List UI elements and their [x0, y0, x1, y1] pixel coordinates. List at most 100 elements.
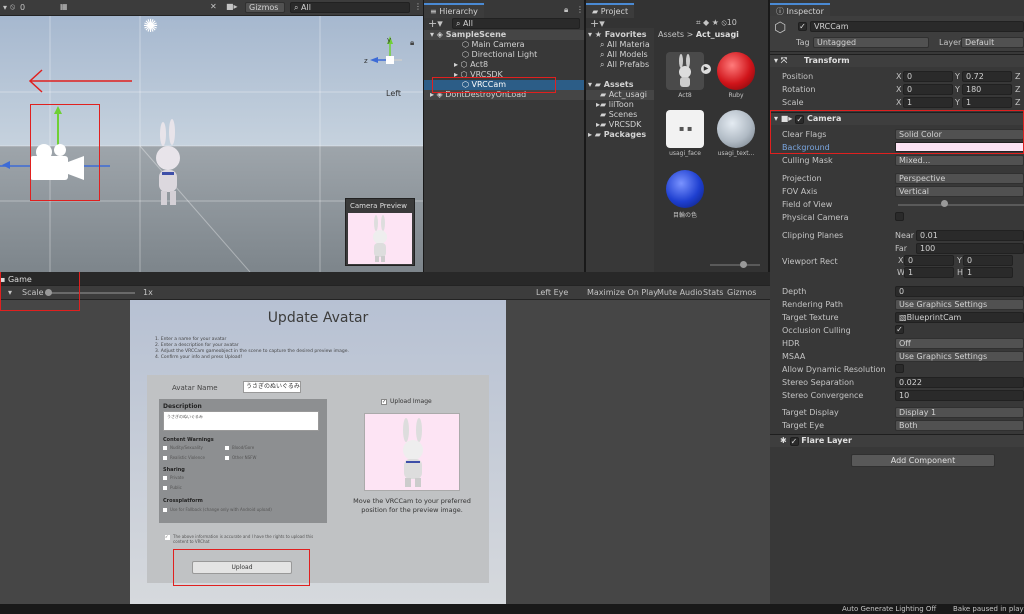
lighting-status[interactable]: Auto Generate Lighting Off — [842, 604, 936, 614]
rendering-path-dropdown[interactable]: Use Graphics Settings — [895, 299, 1024, 310]
occlusion-checkbox[interactable]: ✓ — [895, 325, 904, 334]
tree-directional-light[interactable]: ⬡ Directional Light — [424, 50, 584, 60]
vx-field[interactable]: 0 — [904, 255, 954, 266]
vw-field[interactable]: 1 — [904, 267, 954, 278]
layer-dropdown[interactable]: Default — [961, 37, 1024, 48]
culling-mask-dropdown[interactable]: Mixed... — [895, 155, 1024, 166]
assets-scenes[interactable]: ▰ Scenes — [586, 110, 654, 120]
fav-materials[interactable]: ⌕ All Materia — [586, 40, 654, 50]
scale-slider[interactable] — [45, 292, 135, 294]
asset-thumb-usagi-face[interactable]: ▪ ▪ — [666, 110, 704, 148]
flare-layer-header[interactable]: ✱ ✓ Flare Layer — [770, 434, 1024, 447]
hierarchy-tab[interactable]: ≡ Hierarchy — [424, 3, 484, 18]
msaa-dropdown[interactable]: Use Graphics Settings — [895, 351, 1024, 362]
grid-icon[interactable]: ▦ — [60, 2, 68, 11]
physical-camera-checkbox[interactable] — [895, 212, 904, 221]
scale-slider-thumb[interactable] — [45, 289, 52, 296]
fav-prefabs[interactable]: ⌕ All Prefabs — [586, 60, 654, 70]
scene-search-input[interactable]: ⌕ All — [290, 2, 410, 13]
target-display-dropdown[interactable]: Display 1 — [895, 407, 1024, 418]
favorites-node[interactable]: ▾ ★ Favorites — [586, 30, 654, 40]
projection-dropdown[interactable]: Perspective — [895, 173, 1024, 184]
public-radio[interactable] — [163, 486, 167, 490]
object-name-field[interactable]: VRCCam — [810, 21, 1024, 32]
active-checkbox[interactable]: ✓ — [798, 22, 807, 31]
hierarchy-more-icon[interactable]: ⋮ — [576, 5, 584, 14]
fov-slider-thumb[interactable] — [941, 200, 948, 207]
upload-button[interactable]: Upload — [192, 561, 292, 574]
game-gizmos-dropdown[interactable]: Gizmos — [727, 288, 756, 297]
stats-toggle[interactable]: Stats — [703, 288, 723, 297]
warning-cb-3[interactable] — [163, 456, 167, 460]
scl-x-field[interactable]: 1 — [903, 97, 953, 108]
maximize-toggle[interactable]: Maximize On Play — [587, 288, 658, 297]
tree-main-camera[interactable]: ⬡ Main Camera — [424, 40, 584, 50]
assets-act-usagi[interactable]: ▰ Act_usagi — [586, 90, 654, 100]
asset-thumb-ruby[interactable] — [717, 52, 755, 90]
hierarchy-search[interactable]: ⌕ All — [452, 18, 580, 29]
gizmos-dropdown[interactable]: Gizmos — [245, 2, 285, 13]
far-field[interactable]: 100 — [916, 243, 1024, 254]
tree-act8[interactable]: ▸ ⬡ Act8 — [424, 60, 584, 70]
assets-liltoon[interactable]: ▸▰ lilToon — [586, 100, 654, 110]
avatar-name-input[interactable]: うさぎのぬいぐるみ — [243, 381, 301, 393]
assets-vrcsdk[interactable]: ▸▰ VRCSDK — [586, 120, 654, 130]
game-tab[interactable]: ▪ Game — [0, 275, 32, 284]
target-eye-dropdown[interactable]: Both — [895, 420, 1024, 431]
fov-slider[interactable] — [898, 204, 1024, 206]
breadcrumb-leaf[interactable]: Act_usagi — [696, 30, 739, 39]
camera-enabled-checkbox[interactable]: ✓ — [795, 115, 805, 124]
dynamic-res-checkbox[interactable] — [895, 364, 904, 373]
description-input[interactable]: うさぎのぬいぐるみ — [163, 411, 319, 431]
fav-models[interactable]: ⌕ All Models — [586, 50, 654, 60]
warning-cb-2[interactable] — [225, 446, 229, 450]
pos-y-field[interactable]: 0.72 — [962, 71, 1012, 82]
vh-field[interactable]: 1 — [963, 267, 1013, 278]
flare-enabled-checkbox[interactable]: ✓ — [789, 437, 799, 446]
chevron-down-icon[interactable]: ▾ — [3, 3, 7, 12]
asset-thumb-usagi-tex[interactable] — [717, 110, 755, 148]
target-texture-field[interactable]: ▧BlueprintCam — [895, 312, 1024, 323]
lock-icon[interactable]: 🔒︎ — [410, 38, 414, 48]
stereo-sep-field[interactable]: 0.022 — [895, 377, 1024, 388]
clear-flags-dropdown[interactable]: Solid Color — [895, 129, 1024, 140]
private-radio[interactable] — [163, 476, 167, 480]
camera-gizmo[interactable] — [0, 104, 100, 200]
pos-x-field[interactable]: 0 — [903, 71, 953, 82]
assets-node[interactable]: ▾ ▰ Assets — [586, 80, 654, 90]
warning-cb-1[interactable] — [163, 446, 167, 450]
scene-view[interactable]: ⦸ 0 ▾ ▦ ✕ ■▸ Gizmos ⌕ All ⋮ ✺ y z Left 🔒… — [0, 0, 423, 272]
scl-y-field[interactable]: 1 — [962, 97, 1012, 108]
thumb-size-thumb[interactable] — [740, 261, 747, 268]
packages-node[interactable]: ▸ ▰ Packages — [586, 130, 654, 140]
tree-vrccam[interactable]: ⬡ VRCCam — [424, 80, 584, 90]
near-field[interactable]: 0.01 — [916, 230, 1024, 241]
fov-axis-dropdown[interactable]: Vertical — [895, 186, 1024, 197]
play-preview-icon[interactable]: ▶ — [701, 64, 711, 74]
asset-thumb-act8[interactable] — [666, 52, 704, 90]
thumb-size-slider[interactable] — [710, 264, 760, 266]
light-gizmo-icon[interactable]: ✺ — [143, 16, 158, 37]
hierarchy-add-icon[interactable]: +▾ — [428, 17, 443, 30]
bunny-avatar[interactable] — [148, 118, 192, 214]
hdr-dropdown[interactable]: Off — [895, 338, 1024, 349]
warning-cb-4[interactable] — [225, 456, 229, 460]
hidden-objects-icon[interactable]: ⦸ — [10, 2, 15, 12]
eye-dropdown[interactable]: Left Eye — [536, 288, 568, 297]
project-tools-icons[interactable]: ⌗ ◆ ★ ⦸10 — [696, 18, 737, 28]
breadcrumb-root[interactable]: Assets — [658, 30, 684, 39]
hierarchy-lock-icon[interactable]: 🔒︎ — [564, 5, 568, 15]
tree-dontdestroy[interactable]: ▸ ◈ DontDestroyOnLoad — [424, 90, 584, 100]
tree-vrcsdk[interactable]: ▸ ⬡ VRCSDK — [424, 70, 584, 80]
vy-field[interactable]: 0 — [963, 255, 1013, 266]
camera-header[interactable]: ▾ ■▸ ✓ Camera — [770, 112, 1024, 125]
background-color-swatch[interactable] — [895, 142, 1024, 152]
tag-dropdown[interactable]: Untagged — [813, 37, 929, 48]
more-menu-icon[interactable]: ⋮ — [414, 2, 422, 11]
asset-thumb-eye-color[interactable] — [666, 170, 704, 208]
mute-toggle[interactable]: Mute Audio — [657, 288, 702, 297]
rot-y-field[interactable]: 180 — [962, 84, 1012, 95]
stereo-conv-field[interactable]: 10 — [895, 390, 1024, 401]
tools-icon[interactable]: ✕ — [210, 2, 217, 11]
camera-icon[interactable]: ■▸ — [226, 2, 238, 11]
